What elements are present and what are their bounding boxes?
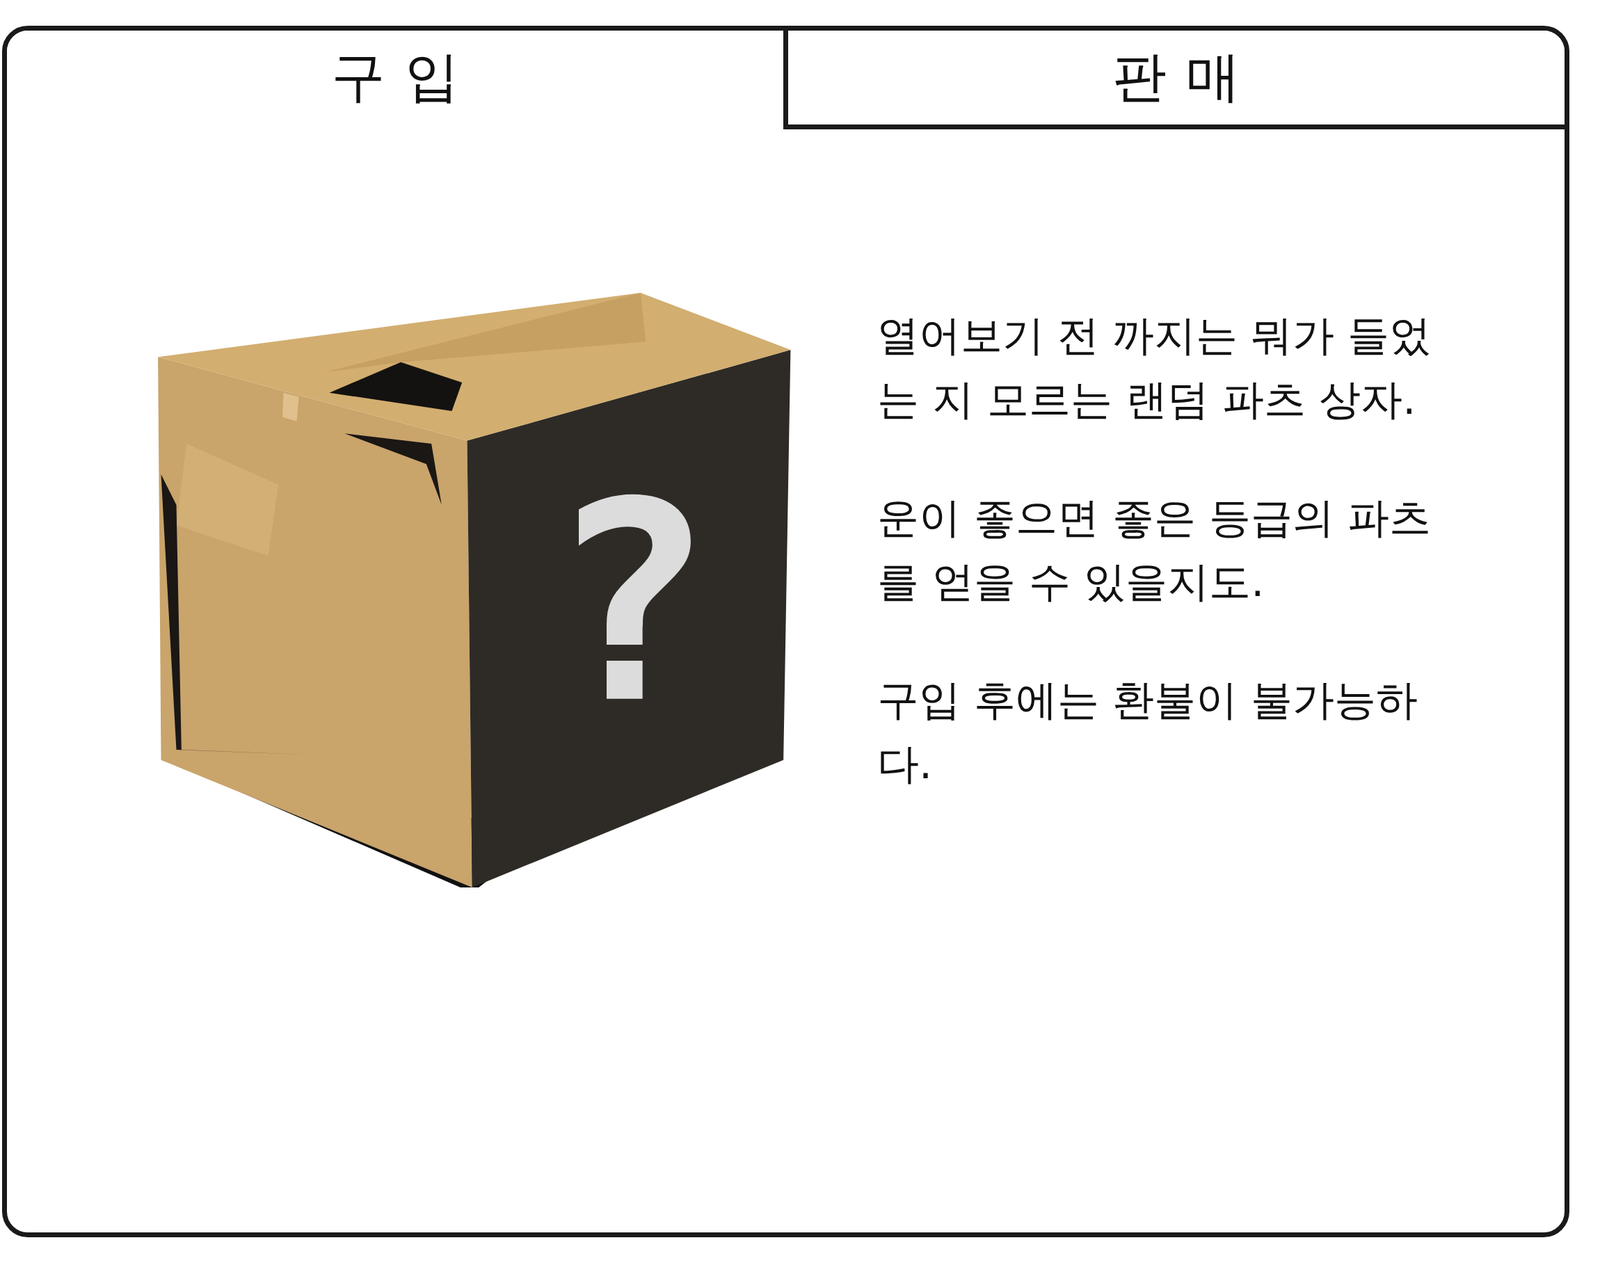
- tab[interactable]: 판매: [783, 30, 1565, 130]
- item-description: 열어보기 전 까지는 뭐가 들었는 지 모르는 랜덤 파츠 상자. 운이 좋으면 …: [877, 303, 1455, 796]
- item-detail: ? 열어보기 전 까지는 뭐가 들었는 지 모르는 랜덤 파츠 상자. 운이 좋으면…: [6, 129, 1565, 1233]
- tab[interactable]: 구입: [6, 30, 784, 130]
- description-paragraph: 구입 후에는 환불이 불가능하다.: [877, 667, 1455, 796]
- shop-panel: 구입판매? 열어보기 전 까지는 뭐가 들었는 지 모르는 랜덤 파츠 상자. 운이…: [2, 25, 1570, 1238]
- description-paragraph: 열어보기 전 까지는 뭐가 들었는 지 모르는 랜덤 파츠 상자.: [877, 303, 1455, 432]
- tab-bar: 구입판매: [6, 30, 1565, 130]
- description-paragraph: 운이 좋으면 좋은 등급의 파츠를 얻을 수 있을지도.: [877, 485, 1455, 614]
- random-box-icon: ?: [155, 290, 794, 888]
- question-mark: ?: [547, 443, 714, 764]
- shop-screen: 구입판매? 열어보기 전 까지는 뭐가 들었는 지 모르는 랜덤 파츠 상자. 운이…: [0, 0, 1600, 1279]
